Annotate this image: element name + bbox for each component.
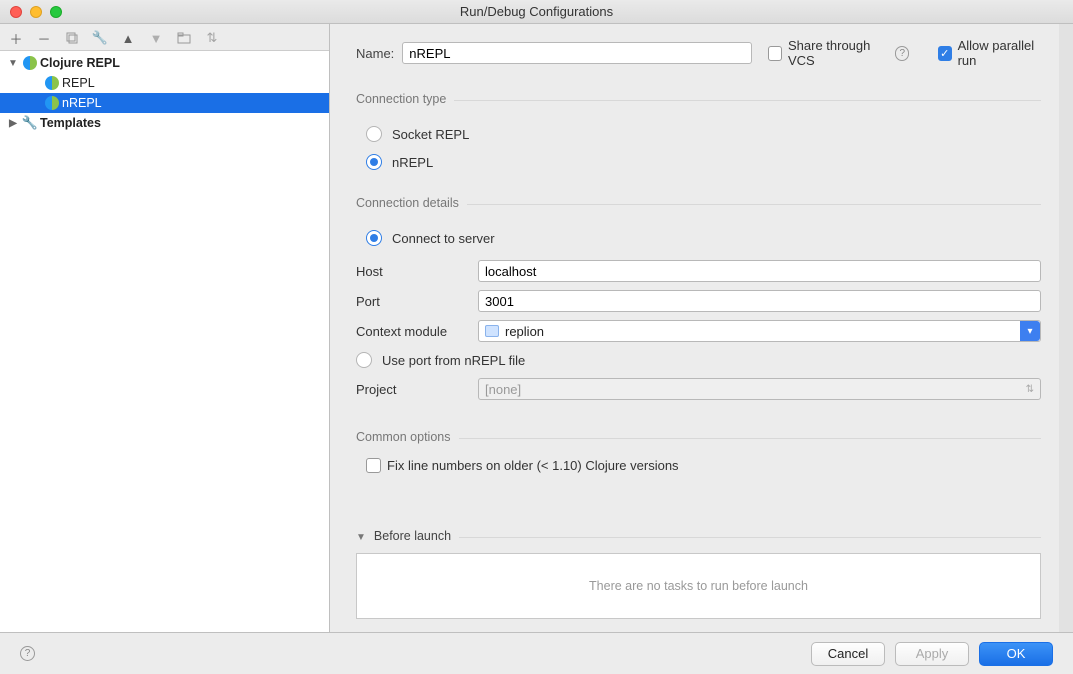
section-connection-details: Connection details [356,196,459,210]
radio-icon [366,126,382,142]
tree-item-label: nREPL [62,96,102,110]
chevron-right-icon[interactable]: ▶ [6,118,20,129]
radio-label: Connect to server [392,231,495,246]
divider [467,204,1041,205]
clojure-icon [22,55,38,71]
tree-group-label: Templates [40,116,101,130]
dropdown-updown-icon: ⇅ [1026,384,1034,395]
tree-group-templates[interactable]: ▶ 🔧 Templates [0,113,329,133]
clojure-icon [44,75,60,91]
radio-label: nREPL [392,155,433,170]
tree-item-nrepl[interactable]: nREPL [0,93,329,113]
config-toolbar: ＋ － 🔧 ▲ ▼ ⇅ [0,24,329,51]
share-vcs-checkbox[interactable]: Share through VCS ? [768,38,909,68]
titlebar: Run/Debug Configurations [0,0,1073,24]
help-icon[interactable]: ? [895,46,909,61]
zoom-window-icon[interactable] [50,6,62,18]
remove-icon[interactable]: － [36,30,52,46]
move-down-icon[interactable]: ▼ [148,30,164,46]
port-input[interactable] [478,290,1041,312]
fix-line-numbers-checkbox[interactable]: Fix line numbers on older (< 1.10) Cloju… [356,452,1041,473]
config-tree: ▼ Clojure REPL REPL nREPL ▶ 🔧 Templates [0,51,329,632]
divider [459,438,1042,439]
context-module-select[interactable]: replion ▾ [478,320,1041,342]
radio-socket-repl[interactable]: Socket REPL [366,120,1041,148]
host-input[interactable] [478,260,1041,282]
settings-icon[interactable]: 🔧 [92,30,108,46]
radio-selected-icon [366,230,382,246]
radio-label: Socket REPL [392,127,469,142]
parallel-run-checkbox[interactable]: ✓ Allow parallel run [938,38,1047,68]
parallel-label: Allow parallel run [958,38,1047,68]
share-vcs-label: Share through VCS [788,38,889,68]
tree-group-clojure-repl[interactable]: ▼ Clojure REPL [0,53,329,73]
move-up-icon[interactable]: ▲ [120,30,136,46]
close-window-icon[interactable] [10,6,22,18]
main-panel: Name: Share through VCS ? ✓ Allow parall… [330,24,1073,632]
dropdown-arrow-icon: ▾ [1020,321,1040,341]
fix-label: Fix line numbers on older (< 1.10) Cloju… [387,458,679,473]
cancel-button[interactable]: Cancel [811,642,885,666]
divider [459,537,1041,538]
add-icon[interactable]: ＋ [8,30,24,46]
radio-connect-to-server[interactable]: Connect to server [366,224,1041,252]
divider [454,100,1041,101]
tree-group-label: Clojure REPL [40,56,120,70]
wrench-icon: 🔧 [22,115,38,131]
before-launch-empty: There are no tasks to run before launch [589,579,808,593]
context-module-label: Context module [356,324,468,339]
radio-use-port-file[interactable]: Use port from nREPL file [356,346,1041,374]
host-label: Host [356,264,468,279]
project-select: [none] ⇅ [478,378,1041,400]
section-common-options: Common options [356,430,451,444]
radio-label: Use port from nREPL file [382,353,525,368]
section-connection-type: Connection type [356,92,446,106]
checkbox-checked-icon: ✓ [938,46,952,61]
dialog-buttons: ? Cancel Apply OK [0,632,1073,674]
folder-icon[interactable] [176,30,192,46]
ok-button[interactable]: OK [979,642,1053,666]
window-title: Run/Debug Configurations [0,4,1073,19]
section-before-launch: Before launch [374,529,451,543]
name-label: Name: [356,46,394,61]
tree-item-repl[interactable]: REPL [0,73,329,93]
chevron-down-icon[interactable]: ▼ [356,532,366,543]
radio-selected-icon [366,154,382,170]
sidebar: ＋ － 🔧 ▲ ▼ ⇅ ▼ Clojure REPL REPL [0,24,330,632]
minimize-window-icon[interactable] [30,6,42,18]
sort-icon[interactable]: ⇅ [204,30,220,46]
checkbox-icon [768,46,782,61]
before-launch-list: There are no tasks to run before launch [356,553,1041,619]
context-module-value: replion [505,324,544,339]
project-value: [none] [485,382,521,397]
radio-icon [356,352,372,368]
scrollbar[interactable] [1059,24,1073,632]
chevron-down-icon[interactable]: ▼ [6,58,20,69]
clojure-icon [44,95,60,111]
dialog-help-icon[interactable]: ? [20,646,35,661]
name-input[interactable] [402,42,752,64]
module-icon [485,325,499,337]
tree-item-label: REPL [62,76,95,90]
checkbox-icon [366,458,381,473]
radio-nrepl[interactable]: nREPL [366,148,1041,176]
copy-icon[interactable] [64,30,80,46]
port-label: Port [356,294,468,309]
apply-button[interactable]: Apply [895,642,969,666]
project-label: Project [356,382,468,397]
